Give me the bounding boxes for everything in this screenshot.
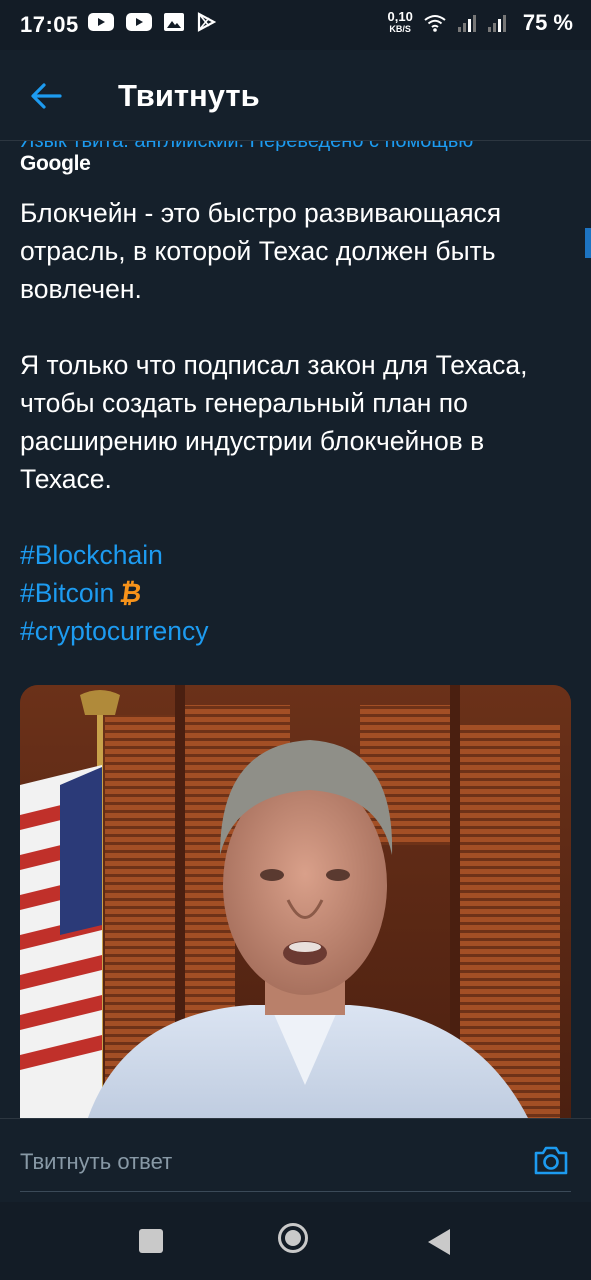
signal-icon [487,15,506,32]
recent-apps-button[interactable] [139,1229,163,1253]
translator-logo[interactable]: Google [20,152,91,176]
status-bar: 17:05 0,10 KB/S 75 % [0,0,591,50]
reply-composer: Твитнуть ответ [0,1118,591,1203]
notification-icons [88,12,216,32]
youtube-icon [88,13,114,31]
camera-icon[interactable] [533,1143,569,1177]
status-time: 17:05 [20,12,79,37]
page-title: Твитнуть [118,78,260,113]
system-nav-bar [0,1202,591,1280]
net-speed-unit: KB/S [389,24,411,34]
tweet-text: Блокчейн - это быстро развивающаяся отра… [20,194,575,650]
system-icons: 0,10 KB/S 75 % [388,10,573,36]
youtube-icon [126,13,152,31]
hashtag-link[interactable]: #cryptocurrency [20,616,209,646]
net-speed: 0,10 KB/S [387,9,413,35]
tweet-video[interactable] [20,685,571,1118]
hashtag-link[interactable]: #Bitcoin [20,578,114,608]
signal-icon [457,15,476,32]
home-button[interactable] [278,1223,308,1253]
tweet-paragraph: Блокчейн - это быстро развивающаяся отра… [20,198,502,304]
battery-level: 75 % [522,10,573,35]
image-icon [164,13,184,31]
reply-underline [20,1191,571,1192]
back-arrow-icon[interactable] [28,80,64,112]
wifi-icon [424,15,446,32]
play-store-icon [197,12,216,32]
reply-input[interactable]: Твитнуть ответ [20,1149,172,1175]
net-speed-value: 0,10 [387,9,413,24]
hashtag-link[interactable]: #Blockchain [20,540,163,570]
bitcoin-icon: ₿ [118,578,144,608]
app-header: Твитнуть [0,50,591,141]
tweet-detail: Язык твита: английский. Переведено с пом… [0,130,591,1118]
scrollbar[interactable] [585,228,591,258]
system-back-button[interactable] [428,1229,450,1255]
tweet-paragraph: Я только что подписал закон для Техаса, … [20,350,528,494]
video-thumbnail [20,685,571,1118]
